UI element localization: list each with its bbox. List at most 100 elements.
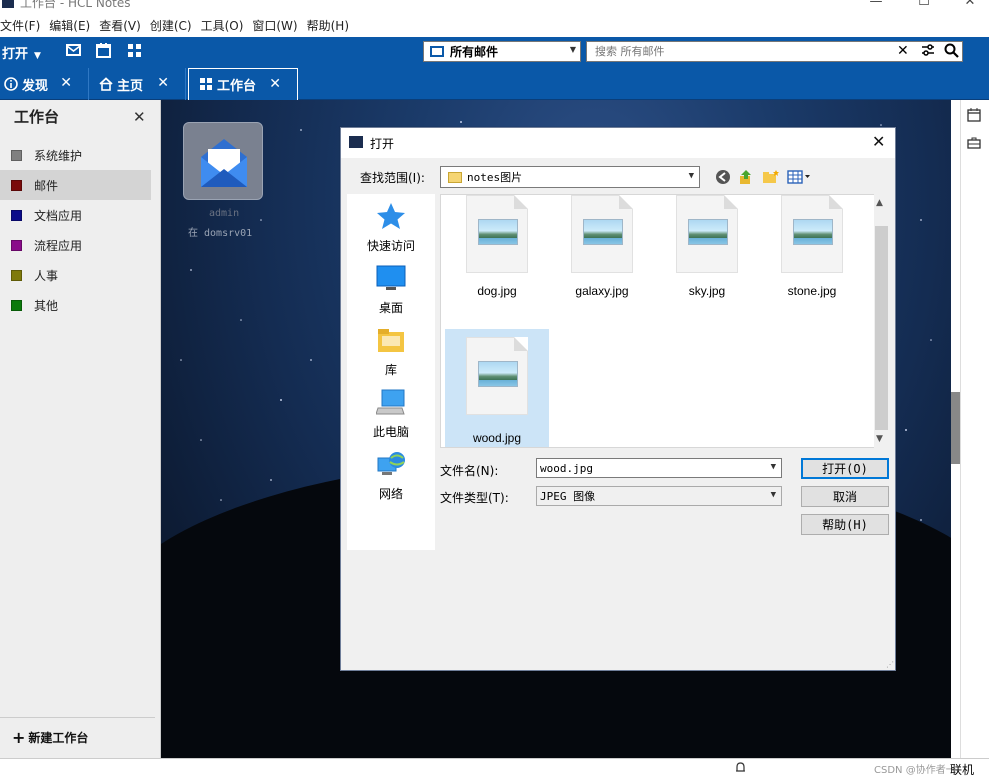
help-button[interactable]: 帮助(H) bbox=[801, 514, 889, 535]
color-swatch bbox=[11, 239, 22, 251]
search-input[interactable] bbox=[587, 42, 877, 61]
place-library[interactable]: 库 bbox=[347, 326, 435, 378]
desktop-icon bbox=[376, 265, 406, 290]
resize-grip-icon[interactable]: ⋰ bbox=[886, 660, 894, 669]
file-item-wood[interactable]: wood.jpg bbox=[445, 329, 549, 447]
color-swatch bbox=[11, 209, 22, 221]
window-title: 工作台 - HCL Notes bbox=[20, 0, 131, 10]
color-swatch bbox=[11, 179, 22, 191]
tab-discover[interactable]: 发现 ✕ bbox=[0, 68, 89, 100]
new-workspace-button[interactable]: + 新建工作台 bbox=[0, 717, 155, 757]
plus-icon: + bbox=[12, 728, 26, 747]
mail-icon[interactable] bbox=[66, 43, 82, 59]
close-tab-icon[interactable]: ✕ bbox=[269, 76, 281, 92]
close-tab-icon[interactable]: ✕ bbox=[157, 75, 169, 91]
menu-tools[interactable]: 工具(O) bbox=[201, 17, 249, 34]
close-window-button[interactable]: ✕ bbox=[958, 0, 982, 9]
look-in-select[interactable]: notes图片 ▼ bbox=[440, 166, 700, 188]
place-network[interactable]: 网络 bbox=[347, 450, 435, 502]
calendar-icon[interactable] bbox=[96, 43, 112, 59]
place-label: 快速访问 bbox=[366, 239, 415, 253]
chevron-down-icon[interactable]: ▼ bbox=[771, 462, 776, 472]
up-folder-icon[interactable] bbox=[737, 168, 755, 186]
clear-search-icon[interactable]: ✕ bbox=[897, 43, 909, 59]
tab-home[interactable]: 主页 ✕ bbox=[89, 68, 186, 100]
file-name: stone.jpg bbox=[787, 284, 837, 298]
open-button[interactable]: 打开(O) bbox=[801, 458, 889, 479]
file-name: wood.jpg bbox=[472, 431, 522, 445]
sidebar-item-workflow[interactable]: 流程应用 bbox=[0, 230, 151, 260]
search-filter-icon[interactable] bbox=[921, 43, 935, 61]
library-icon bbox=[378, 329, 404, 352]
menu-bar: 文件(F) 编辑(E) 查看(V) 创建(C) 工具(O) 窗口(W) 帮助(H… bbox=[0, 14, 989, 36]
view-menu-icon[interactable] bbox=[786, 168, 812, 186]
file-list-scrollbar[interactable]: ▲ ▼ bbox=[874, 194, 889, 448]
mail-scope-select[interactable]: 所有邮件 ▼ bbox=[423, 41, 581, 62]
color-swatch bbox=[11, 269, 22, 281]
connection-status[interactable]: 联机 bbox=[950, 761, 974, 776]
tab-workspace[interactable]: 工作台 ✕ bbox=[188, 68, 298, 100]
sidebar-item-other[interactable]: 其他 bbox=[0, 290, 151, 320]
place-quick-access[interactable]: 快速访问 bbox=[347, 202, 435, 254]
chevron-down-icon: ▼ bbox=[770, 490, 776, 500]
cancel-button[interactable]: 取消 bbox=[801, 486, 889, 507]
sidebar-item-documents[interactable]: 文档应用 bbox=[0, 200, 151, 230]
new-folder-icon[interactable] bbox=[761, 168, 779, 186]
menu-file[interactable]: 文件(F) bbox=[0, 17, 45, 34]
briefcase-icon[interactable] bbox=[967, 136, 983, 152]
image-file-icon bbox=[571, 195, 633, 273]
image-file-icon bbox=[466, 195, 528, 273]
file-type-select[interactable]: JPEG 图像 ▼ bbox=[536, 486, 782, 506]
back-icon[interactable] bbox=[714, 168, 732, 186]
dialog-title-bar: 打开 ✕ bbox=[341, 128, 895, 158]
close-sidebar-icon[interactable]: ✕ bbox=[133, 108, 146, 126]
app-icon bbox=[2, 0, 14, 8]
splitter-handle[interactable] bbox=[951, 392, 960, 464]
envelope-icon bbox=[201, 139, 247, 187]
calendar-icon[interactable] bbox=[967, 108, 983, 124]
search-icon[interactable] bbox=[944, 43, 959, 62]
scrollbar-thumb[interactable] bbox=[875, 226, 888, 430]
open-label: 打开 bbox=[2, 47, 29, 62]
scroll-down-icon[interactable]: ▼ bbox=[876, 434, 883, 444]
sidebar-item-mail[interactable]: 邮件 bbox=[0, 170, 151, 200]
scroll-up-icon[interactable]: ▲ bbox=[876, 198, 883, 208]
file-name-input[interactable]: wood.jpg ▼ bbox=[536, 458, 782, 478]
menu-help[interactable]: 帮助(H) bbox=[307, 17, 354, 34]
tab-label: 工作台 bbox=[217, 79, 257, 94]
home-icon bbox=[99, 77, 113, 91]
open-menu-button[interactable]: 打开 ▼ bbox=[2, 43, 41, 62]
sidebar-item-system[interactable]: 系统维护 bbox=[0, 140, 151, 170]
place-this-pc[interactable]: 此电脑 bbox=[347, 388, 435, 440]
bell-icon[interactable] bbox=[734, 761, 747, 776]
computer-icon bbox=[375, 389, 405, 415]
info-icon bbox=[4, 77, 18, 91]
color-swatch bbox=[11, 299, 22, 311]
close-dialog-button[interactable]: ✕ bbox=[872, 132, 885, 151]
grid-icon bbox=[199, 78, 213, 92]
color-swatch bbox=[11, 149, 22, 161]
file-item-galaxy[interactable]: galaxy.jpg bbox=[550, 195, 654, 313]
maximize-button[interactable]: ☐ bbox=[912, 0, 936, 9]
close-tab-icon[interactable]: ✕ bbox=[60, 75, 72, 91]
look-in-value: notes图片 bbox=[467, 171, 523, 184]
sidebar-item-hr[interactable]: 人事 bbox=[0, 260, 151, 290]
menu-edit[interactable]: 编辑(E) bbox=[49, 17, 95, 34]
file-item-sky[interactable]: sky.jpg bbox=[655, 195, 759, 313]
menu-view[interactable]: 查看(V) bbox=[99, 17, 146, 34]
place-label: 库 bbox=[384, 363, 397, 377]
database-owner-label: admin bbox=[209, 208, 240, 219]
minimize-button[interactable]: — bbox=[864, 0, 888, 9]
sidebar-item-label: 系统维护 bbox=[34, 148, 83, 163]
mail-database-tile[interactable] bbox=[183, 122, 263, 200]
caret-down-icon: ▼ bbox=[34, 51, 41, 61]
menu-create[interactable]: 创建(C) bbox=[150, 17, 197, 34]
toolbar: 打开 ▼ 所有邮件 ▼ ✕ bbox=[0, 37, 989, 66]
menu-window[interactable]: 窗口(W) bbox=[252, 17, 302, 34]
right-rail bbox=[960, 100, 989, 758]
file-item-dog[interactable]: dog.jpg bbox=[445, 195, 549, 313]
apps-grid-icon[interactable] bbox=[127, 43, 143, 59]
tab-label: 主页 bbox=[117, 78, 144, 94]
place-desktop[interactable]: 桌面 bbox=[347, 264, 435, 316]
file-item-stone[interactable]: stone.jpg bbox=[760, 195, 864, 313]
